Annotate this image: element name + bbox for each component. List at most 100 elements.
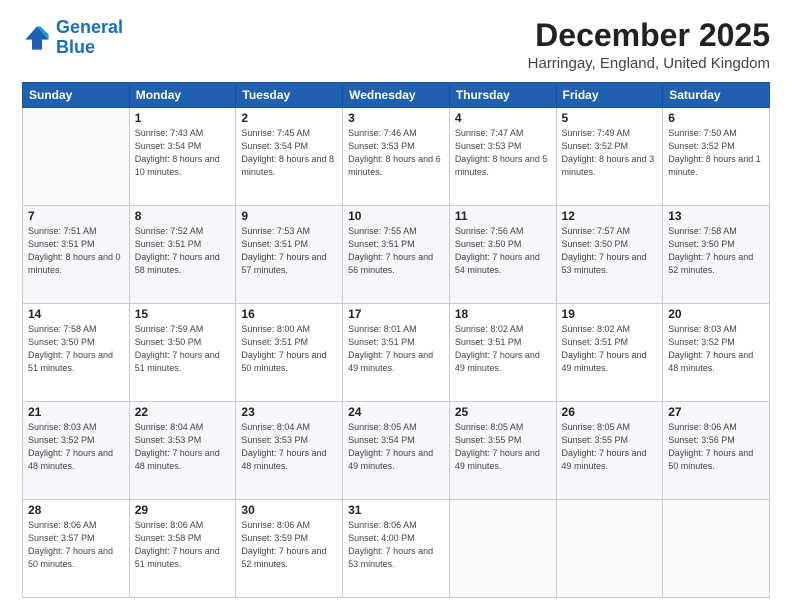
table-row: 30 Sunrise: 8:06 AM Sunset: 3:59 PM Dayli… xyxy=(236,500,343,598)
day-info: Sunrise: 8:01 AM Sunset: 3:51 PM Dayligh… xyxy=(348,323,444,375)
page: General Blue December 2025 Harringay, En… xyxy=(0,0,792,612)
table-row: 8 Sunrise: 7:52 AM Sunset: 3:51 PM Daylig… xyxy=(129,206,236,304)
day-number: 14 xyxy=(28,307,124,321)
table-row: 15 Sunrise: 7:59 AM Sunset: 3:50 PM Dayli… xyxy=(129,304,236,402)
logo: General Blue xyxy=(22,18,123,58)
table-row: 6 Sunrise: 7:50 AM Sunset: 3:52 PM Daylig… xyxy=(663,108,770,206)
table-row: 1 Sunrise: 7:43 AM Sunset: 3:54 PM Daylig… xyxy=(129,108,236,206)
day-info: Sunrise: 7:50 AM Sunset: 3:52 PM Dayligh… xyxy=(668,127,764,179)
day-number: 22 xyxy=(135,405,231,419)
table-row: 28Sunrise: 8:06 AM Sunset: 3:57 PM Dayli… xyxy=(23,500,130,598)
day-number: 25 xyxy=(455,405,551,419)
calendar-header-row: Sunday Monday Tuesday Wednesday Thursday… xyxy=(23,83,770,108)
day-number: 16 xyxy=(241,307,337,321)
day-number: 8 xyxy=(135,209,231,223)
day-number: 15 xyxy=(135,307,231,321)
day-info: Sunrise: 8:06 AM Sunset: 3:57 PM Dayligh… xyxy=(28,519,124,571)
day-info: Sunrise: 7:43 AM Sunset: 3:54 PM Dayligh… xyxy=(135,127,231,179)
day-info: Sunrise: 7:57 AM Sunset: 3:50 PM Dayligh… xyxy=(562,225,658,277)
day-number: 11 xyxy=(455,209,551,223)
day-number: 29 xyxy=(135,503,231,517)
day-info: Sunrise: 8:00 AM Sunset: 3:51 PM Dayligh… xyxy=(241,323,337,375)
table-row: 2 Sunrise: 7:45 AM Sunset: 3:54 PM Daylig… xyxy=(236,108,343,206)
title-block: December 2025 Harringay, England, United… xyxy=(528,18,770,72)
day-info: Sunrise: 7:49 AM Sunset: 3:52 PM Dayligh… xyxy=(562,127,658,179)
day-info: Sunrise: 8:03 AM Sunset: 3:52 PM Dayligh… xyxy=(668,323,764,375)
table-row xyxy=(23,108,130,206)
table-row: 26 Sunrise: 8:05 AM Sunset: 3:55 PM Dayli… xyxy=(556,402,663,500)
table-row: 11 Sunrise: 7:56 AM Sunset: 3:50 PM Dayli… xyxy=(449,206,556,304)
day-info: Sunrise: 7:51 AM Sunset: 3:51 PM Dayligh… xyxy=(28,225,124,277)
day-info: Sunrise: 8:03 AM Sunset: 3:52 PM Dayligh… xyxy=(28,421,124,473)
day-number: 9 xyxy=(241,209,337,223)
day-number: 23 xyxy=(241,405,337,419)
table-row: 13 Sunrise: 7:58 AM Sunset: 3:50 PM Dayli… xyxy=(663,206,770,304)
day-number: 31 xyxy=(348,503,444,517)
col-sunday: Sunday xyxy=(23,83,130,108)
day-info: Sunrise: 7:58 AM Sunset: 3:50 PM Dayligh… xyxy=(28,323,124,375)
table-row: 7 Sunrise: 7:51 AM Sunset: 3:51 PM Daylig… xyxy=(23,206,130,304)
day-info: Sunrise: 7:58 AM Sunset: 3:50 PM Dayligh… xyxy=(668,225,764,277)
day-info: Sunrise: 8:06 AM Sunset: 3:56 PM Dayligh… xyxy=(668,421,764,473)
day-number: 2 xyxy=(241,111,337,125)
day-info: Sunrise: 7:52 AM Sunset: 3:51 PM Dayligh… xyxy=(135,225,231,277)
col-saturday: Saturday xyxy=(663,83,770,108)
day-info: Sunrise: 7:59 AM Sunset: 3:50 PM Dayligh… xyxy=(135,323,231,375)
day-info: Sunrise: 7:56 AM Sunset: 3:50 PM Dayligh… xyxy=(455,225,551,277)
main-title: December 2025 xyxy=(528,18,770,53)
day-number: 12 xyxy=(562,209,658,223)
day-number: 7 xyxy=(28,209,124,223)
day-number: 6 xyxy=(668,111,764,125)
table-row xyxy=(663,500,770,598)
logo-line2: Blue xyxy=(56,37,95,57)
logo-text: General Blue xyxy=(56,18,123,58)
day-info: Sunrise: 8:06 AM Sunset: 3:59 PM Dayligh… xyxy=(241,519,337,571)
table-row: 20 Sunrise: 8:03 AM Sunset: 3:52 PM Dayli… xyxy=(663,304,770,402)
table-row: 21 Sunrise: 8:03 AM Sunset: 3:52 PM Dayli… xyxy=(23,402,130,500)
day-info: Sunrise: 8:02 AM Sunset: 3:51 PM Dayligh… xyxy=(455,323,551,375)
table-row: 5Sunrise: 7:49 AM Sunset: 3:52 PM Daylig… xyxy=(556,108,663,206)
col-friday: Friday xyxy=(556,83,663,108)
day-info: Sunrise: 8:05 AM Sunset: 3:55 PM Dayligh… xyxy=(455,421,551,473)
day-info: Sunrise: 7:55 AM Sunset: 3:51 PM Dayligh… xyxy=(348,225,444,277)
subtitle: Harringay, England, United Kingdom xyxy=(528,55,770,72)
col-tuesday: Tuesday xyxy=(236,83,343,108)
table-row: 3Sunrise: 7:46 AM Sunset: 3:53 PM Daylig… xyxy=(343,108,450,206)
logo-icon xyxy=(22,23,52,53)
day-info: Sunrise: 7:53 AM Sunset: 3:51 PM Dayligh… xyxy=(241,225,337,277)
day-number: 24 xyxy=(348,405,444,419)
day-number: 4 xyxy=(455,111,551,125)
table-row: 18Sunrise: 8:02 AM Sunset: 3:51 PM Dayli… xyxy=(449,304,556,402)
day-info: Sunrise: 8:06 AM Sunset: 4:00 PM Dayligh… xyxy=(348,519,444,571)
day-info: Sunrise: 8:06 AM Sunset: 3:58 PM Dayligh… xyxy=(135,519,231,571)
table-row: 29 Sunrise: 8:06 AM Sunset: 3:58 PM Dayli… xyxy=(129,500,236,598)
day-number: 1 xyxy=(135,111,231,125)
header: General Blue December 2025 Harringay, En… xyxy=(22,18,770,72)
day-number: 20 xyxy=(668,307,764,321)
table-row: 12 Sunrise: 7:57 AM Sunset: 3:50 PM Dayli… xyxy=(556,206,663,304)
col-wednesday: Wednesday xyxy=(343,83,450,108)
day-number: 26 xyxy=(562,405,658,419)
day-number: 13 xyxy=(668,209,764,223)
table-row: 27 Sunrise: 8:06 AM Sunset: 3:56 PM Dayli… xyxy=(663,402,770,500)
day-number: 27 xyxy=(668,405,764,419)
calendar-week-4: 21 Sunrise: 8:03 AM Sunset: 3:52 PM Dayli… xyxy=(23,402,770,500)
day-info: Sunrise: 7:45 AM Sunset: 3:54 PM Dayligh… xyxy=(241,127,337,179)
table-row: 4Sunrise: 7:47 AM Sunset: 3:53 PM Daylig… xyxy=(449,108,556,206)
calendar-week-3: 14 Sunrise: 7:58 AM Sunset: 3:50 PM Dayli… xyxy=(23,304,770,402)
table-row: 19Sunrise: 8:02 AM Sunset: 3:51 PM Dayli… xyxy=(556,304,663,402)
table-row: 9 Sunrise: 7:53 AM Sunset: 3:51 PM Daylig… xyxy=(236,206,343,304)
day-number: 21 xyxy=(28,405,124,419)
table-row: 23 Sunrise: 8:04 AM Sunset: 3:53 PM Dayli… xyxy=(236,402,343,500)
day-info: Sunrise: 8:05 AM Sunset: 3:55 PM Dayligh… xyxy=(562,421,658,473)
table-row: 16 Sunrise: 8:00 AM Sunset: 3:51 PM Dayli… xyxy=(236,304,343,402)
table-row: 31 Sunrise: 8:06 AM Sunset: 4:00 PM Dayli… xyxy=(343,500,450,598)
day-number: 30 xyxy=(241,503,337,517)
logo-line1: General xyxy=(56,17,123,37)
day-info: Sunrise: 7:46 AM Sunset: 3:53 PM Dayligh… xyxy=(348,127,444,179)
table-row: 25 Sunrise: 8:05 AM Sunset: 3:55 PM Dayli… xyxy=(449,402,556,500)
calendar-week-1: 1 Sunrise: 7:43 AM Sunset: 3:54 PM Daylig… xyxy=(23,108,770,206)
day-info: Sunrise: 8:04 AM Sunset: 3:53 PM Dayligh… xyxy=(241,421,337,473)
table-row: 17Sunrise: 8:01 AM Sunset: 3:51 PM Dayli… xyxy=(343,304,450,402)
calendar-week-2: 7 Sunrise: 7:51 AM Sunset: 3:51 PM Daylig… xyxy=(23,206,770,304)
